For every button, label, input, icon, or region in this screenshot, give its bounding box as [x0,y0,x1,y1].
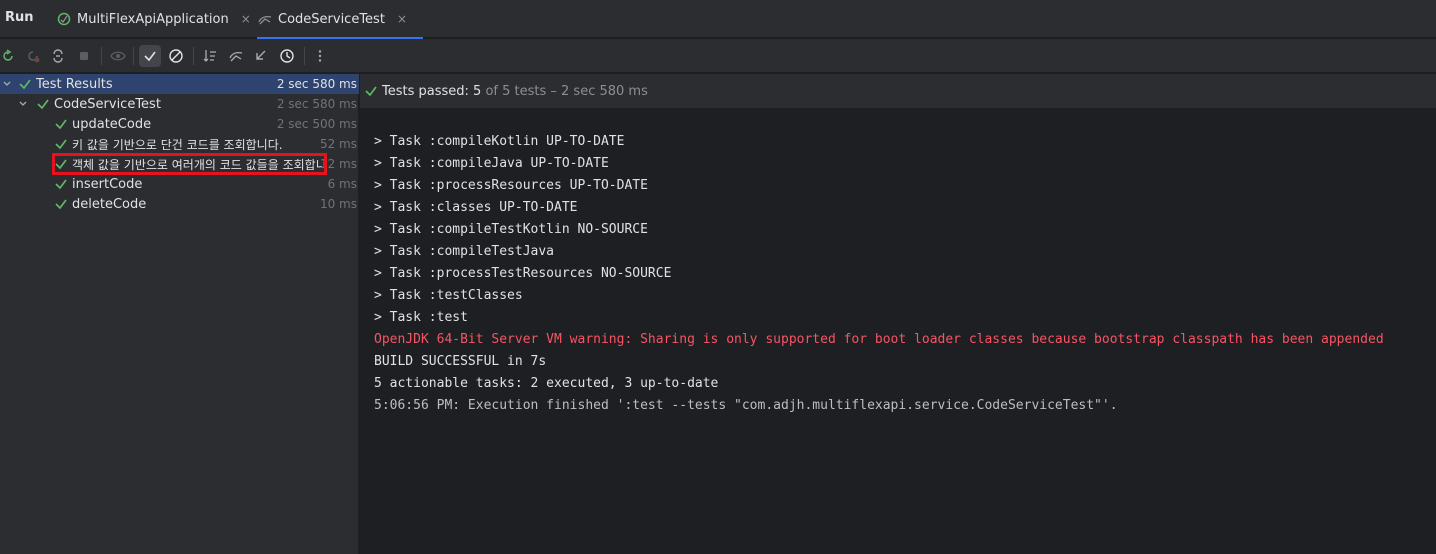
rerun-icon[interactable] [0,45,19,67]
status-text: Tests passed: 5 of 5 tests – 2 sec 580 m… [382,83,648,99]
run-toolbar [0,39,1436,73]
tree-row-test-results[interactable]: Test Results 2 sec 580 ms [0,74,359,94]
tree-label: updateCode [72,116,152,132]
more-options-icon[interactable] [309,45,331,67]
tab-label: CodeServiceTest [278,11,385,27]
show-ignored-icon[interactable] [165,45,187,67]
stop-icon[interactable] [73,45,95,67]
toggle-auto-test-icon[interactable] [47,45,69,67]
check-icon [54,177,68,191]
duration: 6 ms [327,177,357,191]
console-line: BUILD SUCCESSFUL in 7s [374,354,547,369]
tree-row-test[interactable]: updateCode 2 sec 500 ms [0,114,359,134]
check-icon [18,77,32,91]
console-line: 5 actionable tasks: 2 executed, 3 up-to-… [374,376,719,391]
test-status-bar: Tests passed: 5 of 5 tests – 2 sec 580 m… [360,74,1436,108]
duration: 10 ms [319,197,357,211]
history-icon[interactable] [276,45,298,67]
console-line: > Task :testClasses [374,288,523,303]
check-icon [54,197,68,211]
chevron-down-icon[interactable] [1,78,13,90]
eye-icon[interactable] [107,45,129,67]
console-line: > Task :processResources UP-TO-DATE [374,178,648,193]
spring-icon [56,11,72,27]
tree-label: Test Results [36,76,113,92]
tree-row-test[interactable]: insertCode 6 ms [0,174,359,194]
console-line: > Task :compileKotlin UP-TO-DATE [374,134,625,149]
console-warning-line: OpenJDK 64-Bit Server VM warning: Sharin… [374,332,1384,347]
tree-label: CodeServiceTest [54,96,161,112]
import-tests-icon[interactable] [225,45,247,67]
chevron-down-icon[interactable] [17,98,29,110]
tree-row-codeservicetest[interactable]: CodeServiceTest 2 sec 580 ms [0,94,359,114]
duration: 52 ms [319,137,357,151]
console-output[interactable]: > Task :compileKotlin UP-TO-DATE > Task … [360,108,1436,554]
console-line: > Task :classes UP-TO-DATE [374,200,578,215]
console-line: 5:06:56 PM: Execution finished ':test --… [374,398,1118,413]
duration: 2 sec 580 ms [276,97,357,111]
check-icon [364,84,378,102]
tree-label: insertCode [72,176,143,192]
close-icon[interactable]: × [397,12,407,26]
close-icon[interactable]: × [241,12,251,26]
show-passed-icon[interactable] [139,45,161,67]
sort-icon[interactable] [199,45,221,67]
check-icon [54,137,68,151]
console-line: > Task :processTestResources NO-SOURCE [374,266,672,281]
tab-label: MultiFlexApiApplication [77,11,229,27]
test-icon [257,11,273,27]
console-line: > Task :compileTestJava [374,244,555,259]
highlight-annotation [52,153,327,175]
run-label: Run [5,10,34,25]
check-icon [54,117,68,131]
duration: 2 sec 580 ms [276,77,357,91]
duration: 2 sec 500 ms [276,117,357,131]
test-results-tree: Test Results 2 sec 580 ms CodeServiceTes… [0,74,359,554]
console-line: > Task :compileTestKotlin NO-SOURCE [374,222,648,237]
collapse-icon[interactable] [250,45,272,67]
tree-label: 키 값을 기반으로 단건 코드를 조회합니다. [72,137,283,152]
console-line: > Task :compileJava UP-TO-DATE [374,156,609,171]
rerun-failed-icon[interactable] [22,45,44,67]
tab-multiflexapiapplication[interactable]: MultiFlexApiApplication × [56,0,254,38]
console-line: > Task :test [374,310,468,325]
tab-codeservicetest[interactable]: CodeServiceTest × [257,0,423,39]
tree-row-test[interactable]: 키 값을 기반으로 단건 코드를 조회합니다. 52 ms [0,134,359,154]
check-icon [36,97,50,111]
tree-label: deleteCode [72,196,147,212]
tree-row-test[interactable]: deleteCode 10 ms [0,194,359,214]
run-tool-window-header: Run MultiFlexApiApplication × CodeServic… [0,0,1436,39]
